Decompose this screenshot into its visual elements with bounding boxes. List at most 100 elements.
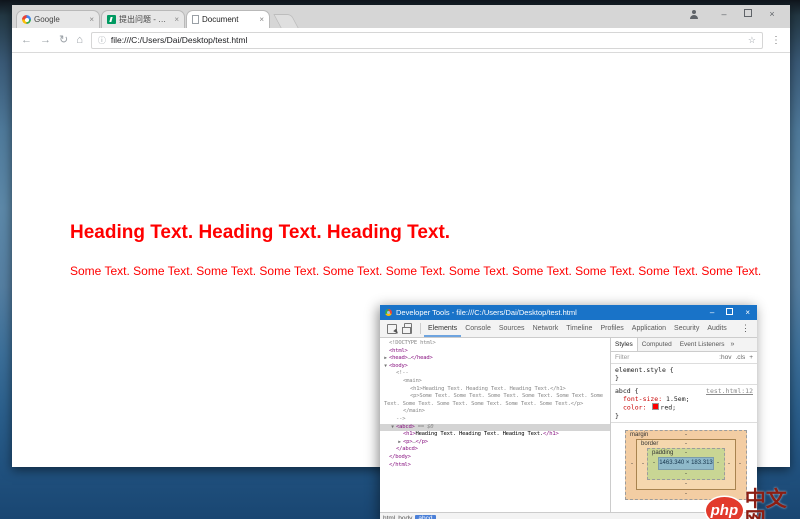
page-info-icon[interactable]: ⓘ <box>98 35 106 46</box>
property-name: font-size: <box>623 395 666 403</box>
dom-tree-row[interactable]: ▶<head>…</head> <box>380 355 610 363</box>
dom-tree-row[interactable]: <html> <box>380 348 610 356</box>
devtools-window: Developer Tools - file:///C:/Users/Dai/D… <box>380 305 757 519</box>
border-left-value[interactable]: - <box>639 461 647 467</box>
style-property[interactable]: font-size: 1.5em; <box>615 395 753 403</box>
dom-tree-row[interactable]: <!-- <box>380 370 610 378</box>
close-button[interactable]: × <box>760 6 784 22</box>
devtools-maximize-button[interactable] <box>726 308 733 317</box>
breadcrumb-item[interactable]: abcd <box>415 515 435 519</box>
address-bar[interactable]: ⓘ file:///C:/Users/Dai/Desktop/test.html… <box>91 32 763 49</box>
stylesheet-source-link[interactable]: test.html:12 <box>706 387 753 395</box>
margin-top-value[interactable]: - <box>685 432 687 438</box>
toolbar-divider <box>420 323 421 334</box>
dom-tree-row[interactable]: ▼<body> <box>380 363 610 371</box>
padding-left-value[interactable]: - <box>650 460 658 466</box>
forward-icon[interactable]: → <box>40 35 51 46</box>
dom-tree-row[interactable]: <h1>Heading Text. Heading Text. Heading … <box>380 431 610 439</box>
dom-tree-row[interactable]: </html> <box>380 462 610 470</box>
tab-close-icon[interactable]: × <box>89 16 94 24</box>
breadcrumb-item[interactable]: html <box>383 515 395 519</box>
devtools-tab-timeline[interactable]: Timeline <box>562 320 596 337</box>
twisty-icon[interactable]: ▶ <box>382 355 389 363</box>
reload-icon[interactable]: ↻ <box>59 35 68 46</box>
dom-tree-row[interactable]: <main> <box>380 378 610 386</box>
segmentfault-favicon <box>107 15 116 24</box>
dom-tree-row[interactable]: ▶<p>…</p> <box>380 439 610 447</box>
dom-tree-row[interactable]: Text. Some Text. Some Text. Some Text. S… <box>380 401 610 409</box>
url-text[interactable]: file:///C:/Users/Dai/Desktop/test.html <box>111 35 743 45</box>
dom-tree-row[interactable]: <p>Some Text. Some Text. Some Text. Some… <box>380 393 610 401</box>
dom-tree-row[interactable]: <!DOCTYPE html> <box>380 340 610 348</box>
style-property[interactable]: color: red; <box>615 403 753 412</box>
rule-selector[interactable]: element.style { <box>615 366 674 374</box>
styles-tab-computed[interactable]: Computed <box>638 338 676 351</box>
dom-tree-row[interactable]: --> <box>380 416 610 424</box>
margin-left-value[interactable]: - <box>628 461 636 467</box>
minimize-button[interactable]: – <box>712 6 736 22</box>
back-icon[interactable]: ← <box>21 35 32 46</box>
tab-close-icon[interactable]: × <box>259 16 264 24</box>
styles-tab-styles[interactable]: Styles <box>611 338 638 351</box>
dom-tree-row[interactable]: </abcd> <box>380 446 610 454</box>
devtools-window-controls: – × <box>710 308 752 317</box>
browser-menu-icon[interactable]: ⋮ <box>771 35 781 46</box>
filter-toggle[interactable]: + <box>749 354 753 361</box>
padding-top-value[interactable]: - <box>685 450 687 456</box>
styles-filter-bar[interactable]: Filter :hov.cls+ <box>611 352 757 364</box>
breadcrumb-item[interactable]: body <box>398 515 412 519</box>
padding-bottom-value[interactable]: - <box>685 471 687 477</box>
tab-close-icon[interactable]: × <box>174 16 179 24</box>
color-swatch[interactable] <box>652 403 659 410</box>
devtools-panel-tabs: ElementsConsoleSourcesNetworkTimelinePro… <box>424 320 731 337</box>
maximize-button[interactable] <box>736 6 760 22</box>
border-top-value[interactable]: - <box>685 441 687 447</box>
browser-tab-document[interactable]: Document× <box>186 10 270 28</box>
devtools-titlebar[interactable]: Developer Tools - file:///C:/Users/Dai/D… <box>380 305 757 320</box>
devtools-tab-audits[interactable]: Audits <box>703 320 730 337</box>
styles-tab-overflow-icon[interactable]: » <box>731 341 735 348</box>
devtools-close-button[interactable]: × <box>745 309 750 317</box>
margin-right-value[interactable]: - <box>736 461 744 467</box>
filter-toggle[interactable]: :hov <box>719 354 731 361</box>
devtools-tab-network[interactable]: Network <box>529 320 563 337</box>
margin-bottom-value[interactable]: - <box>685 491 687 497</box>
devtools-tab-sources[interactable]: Sources <box>495 320 529 337</box>
browser-tab-segmentfault[interactable]: 提出问题 - SegmentFa...× <box>101 10 185 28</box>
border-label: border <box>639 441 658 447</box>
devtools-menu-icon[interactable]: ⋮ <box>738 323 753 334</box>
box-model-content[interactable]: 1463.340 × 183.313 <box>658 457 714 470</box>
device-toolbar-icon[interactable] <box>404 323 412 334</box>
devtools-tab-elements[interactable]: Elements <box>424 320 461 337</box>
box-model-padding[interactable]: padding - - 1463.340 × 183.313 - <box>647 448 725 480</box>
filter-toggle[interactable]: .cls <box>735 354 745 361</box>
bookmark-star-icon[interactable]: ☆ <box>748 35 756 46</box>
inspect-element-icon[interactable] <box>387 324 397 334</box>
devtools-tab-profiles[interactable]: Profiles <box>596 320 627 337</box>
dom-tree-row[interactable]: </main> <box>380 408 610 416</box>
twisty-icon[interactable]: ▼ <box>382 363 389 371</box>
styles-tab-event-listeners[interactable]: Event Listeners <box>676 338 729 351</box>
profile-icon[interactable] <box>689 10 698 19</box>
dom-tree-row[interactable]: <h1>Heading Text. Heading Text. Heading … <box>380 386 610 394</box>
devtools-minimize-button[interactable]: – <box>710 309 714 317</box>
twisty-icon[interactable]: ▼ <box>389 424 396 432</box>
new-tab-button[interactable] <box>273 14 298 28</box>
box-model-border[interactable]: border - - padding - <box>636 439 736 490</box>
devtools-tab-security[interactable]: Security <box>670 320 703 337</box>
dom-tree-row[interactable]: </body> <box>380 454 610 462</box>
twisty-icon[interactable]: ▶ <box>396 439 403 447</box>
border-right-value[interactable]: - <box>725 461 733 467</box>
rule-selector[interactable]: abcd { <box>615 387 638 395</box>
padding-right-value[interactable]: - <box>714 460 722 466</box>
dom-tree-row[interactable]: ▼<abcd> == $0 <box>380 424 610 432</box>
margin-label: margin <box>628 432 648 438</box>
devtools-maximize-icon <box>726 308 733 315</box>
tab-strip-tabs: Google×提出问题 - SegmentFa...×Document× <box>16 10 271 28</box>
home-icon[interactable]: ⌂ <box>76 35 83 46</box>
devtools-tab-application[interactable]: Application <box>628 320 670 337</box>
devtools-tab-console[interactable]: Console <box>461 320 495 337</box>
property-value: 1.5em; <box>666 395 689 403</box>
browser-tab-google[interactable]: Google× <box>16 10 100 28</box>
border-bottom-value[interactable]: - <box>685 481 687 487</box>
